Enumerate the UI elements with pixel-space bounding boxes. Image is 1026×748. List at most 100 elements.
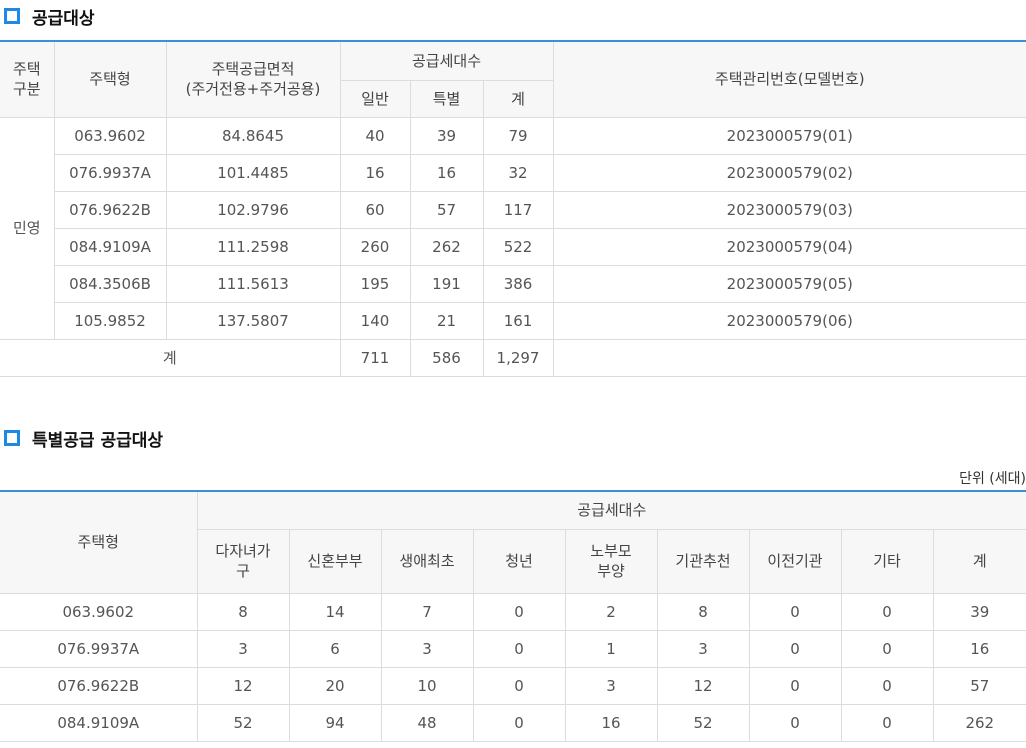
cell-value: 3	[656, 629, 750, 668]
header-newlywed: 신혼부부	[288, 528, 382, 594]
header-relocated: 이전기관	[748, 528, 842, 594]
cell-general: 140	[339, 301, 411, 340]
cell-special: 21	[409, 301, 484, 340]
table-row: 076.9622B 12 20 10 0 3 12 0 0 57	[0, 666, 1026, 705]
sum-general: 711	[339, 338, 411, 377]
cell-special: 262	[409, 227, 484, 266]
header-house-type: 주택형	[0, 490, 198, 594]
cell-value: 12	[196, 666, 290, 705]
cell-total: 16	[932, 629, 1026, 668]
cell-value: 0	[840, 703, 934, 742]
cell-value: 94	[288, 703, 382, 742]
cell-value: 0	[840, 629, 934, 668]
header-supply-area: 주택공급면적 (주거전용+주거공용)	[165, 40, 341, 118]
header-other: 기타	[840, 528, 934, 594]
cell-value: 0	[472, 666, 566, 705]
cell-general: 16	[339, 153, 411, 192]
header-mgmt-no: 주택관리번호(모델번호)	[552, 40, 1026, 118]
cell-area: 84.8645	[165, 116, 341, 155]
cell-total: 57	[932, 666, 1026, 705]
cell-value: 0	[472, 592, 566, 631]
sum-label: 계	[0, 338, 341, 377]
cell-total: 32	[482, 153, 554, 192]
cell-area: 111.5613	[165, 264, 341, 303]
cell-area: 102.9796	[165, 190, 341, 229]
cell-value: 7	[380, 592, 474, 631]
cell-mgmt: 2023000579(05)	[552, 264, 1026, 303]
cell-general: 260	[339, 227, 411, 266]
cell-special: 39	[409, 116, 484, 155]
cell-total: 39	[932, 592, 1026, 631]
cell-value: 52	[656, 703, 750, 742]
cell-value: 0	[840, 592, 934, 631]
section-title-supply-target: 공급대상	[4, 4, 95, 29]
header-first-time: 생애최초	[380, 528, 474, 594]
section-title-text: 공급대상	[32, 8, 95, 29]
table-row: 084.9109A 111.2598 260 262 522 202300057…	[0, 227, 1026, 266]
cell-total: 161	[482, 301, 554, 340]
header-general: 일반	[339, 79, 411, 118]
supply-target-table: 주택 구분 주택형 주택공급면적 (주거전용+주거공용) 공급세대수 주택관리번…	[0, 40, 1026, 377]
cell-type: 076.9937A	[53, 153, 167, 192]
table-row: 084.3506B 111.5613 195 191 386 202300057…	[0, 264, 1026, 303]
cell-value: 0	[748, 703, 842, 742]
cell-value: 12	[656, 666, 750, 705]
cell-value: 0	[748, 666, 842, 705]
header-elderly-parent: 노부모 부양	[564, 528, 658, 594]
cell-type: 084.9109A	[0, 703, 198, 742]
cell-value: 3	[564, 666, 658, 705]
cell-type: 076.9622B	[53, 190, 167, 229]
table-row: 084.9109A 52 94 48 0 16 52 0 0 262	[0, 703, 1026, 742]
cell-area: 137.5807	[165, 301, 341, 340]
sum-special: 586	[409, 338, 484, 377]
cell-value: 6	[288, 629, 382, 668]
cell-mgmt: 2023000579(03)	[552, 190, 1026, 229]
square-bullet-icon	[4, 430, 20, 446]
cell-type: 084.3506B	[53, 264, 167, 303]
cell-general: 195	[339, 264, 411, 303]
cell-total: 262	[932, 703, 1026, 742]
cell-area: 101.4485	[165, 153, 341, 192]
header-total: 계	[932, 528, 1026, 594]
table-row: 105.9852 137.5807 140 21 161 2023000579(…	[0, 301, 1026, 340]
square-bullet-icon	[4, 8, 20, 24]
table-row: 063.9602 8 14 7 0 2 8 0 0 39	[0, 592, 1026, 631]
cell-type: 084.9109A	[53, 227, 167, 266]
cell-value: 16	[564, 703, 658, 742]
header-total: 계	[482, 79, 554, 118]
header-institution: 기관추천	[656, 528, 750, 594]
section-title-text: 특별공급 공급대상	[32, 430, 164, 451]
cell-special: 16	[409, 153, 484, 192]
cell-value: 8	[656, 592, 750, 631]
cell-value: 48	[380, 703, 474, 742]
cell-total: 117	[482, 190, 554, 229]
cell-type: 076.9622B	[0, 666, 198, 705]
cell-general: 60	[339, 190, 411, 229]
header-supply-units: 공급세대수	[339, 40, 554, 81]
header-special: 특별	[409, 79, 484, 118]
cell-value: 14	[288, 592, 382, 631]
section-title-special-supply: 특별공급 공급대상	[4, 426, 164, 451]
table-row: 076.9937A 3 6 3 0 1 3 0 0 16	[0, 629, 1026, 668]
header-supply-units: 공급세대수	[196, 490, 1026, 530]
cell-special: 191	[409, 264, 484, 303]
sum-mgmt	[552, 338, 1026, 377]
table-row: 민영 063.9602 84.8645 40 39 79 2023000579(…	[0, 116, 1026, 340]
header-youth: 청년	[472, 528, 566, 594]
cell-mgmt: 2023000579(02)	[552, 153, 1026, 192]
table-row: 076.9937A 101.4485 16 16 32 2023000579(0…	[0, 153, 1026, 192]
cell-value: 10	[380, 666, 474, 705]
special-supply-table: 주택형 공급세대수 다자녀가 구 신혼부부 생애최초 청년 노부모 부양 기관추…	[0, 490, 1026, 742]
cell-value: 20	[288, 666, 382, 705]
header-house-category: 주택 구분	[0, 40, 55, 118]
cell-type: 105.9852	[53, 301, 167, 340]
cell-value: 3	[196, 629, 290, 668]
sum-total: 1,297	[482, 338, 554, 377]
cell-value: 0	[840, 666, 934, 705]
cell-value: 2	[564, 592, 658, 631]
cell-general: 40	[339, 116, 411, 155]
cell-value: 3	[380, 629, 474, 668]
cell-value: 0	[472, 703, 566, 742]
cell-total: 386	[482, 264, 554, 303]
house-category-cell: 민영	[0, 116, 55, 340]
